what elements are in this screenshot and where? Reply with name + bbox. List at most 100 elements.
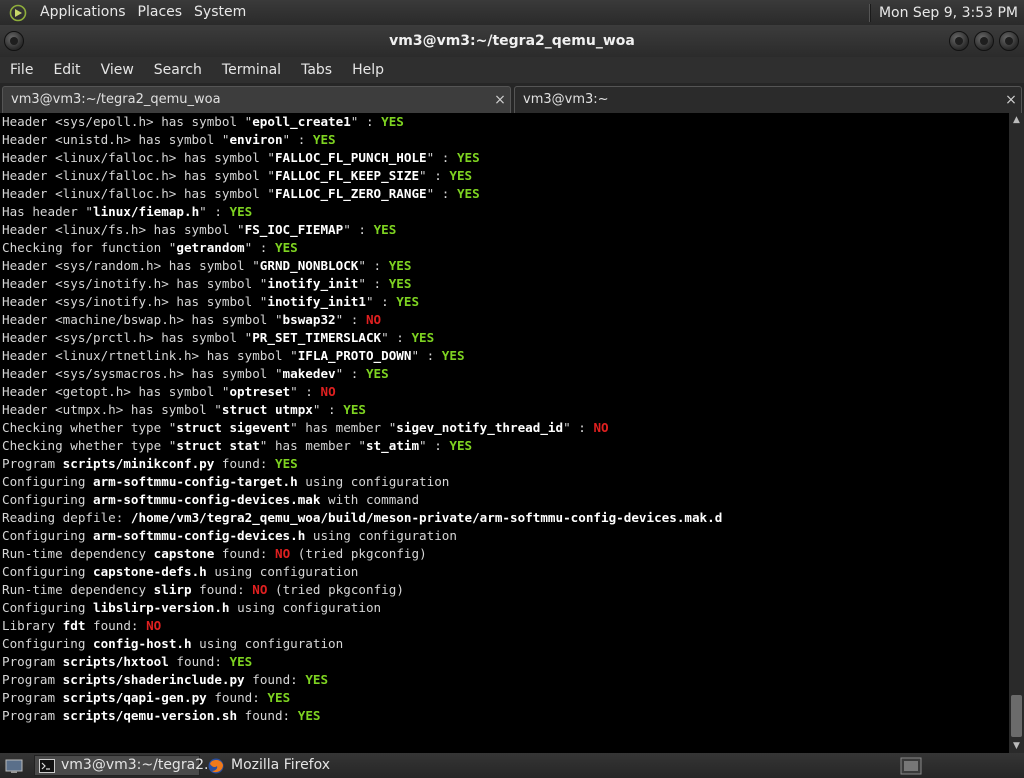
terminal-text: Program <box>2 708 63 723</box>
status-yes: YES <box>305 672 329 687</box>
terminal-text: Checking for function " <box>2 240 177 255</box>
menu-search[interactable]: Search <box>144 57 212 83</box>
window-title: vm3@vm3:~/tegra2_qemu_woa <box>389 33 635 49</box>
terminal-text: Header <linux/fs.h> has symbol " <box>2 222 245 237</box>
terminal-text: found: <box>214 546 275 561</box>
terminal-text: " : <box>419 438 450 453</box>
terminal-line: Header <sys/epoll.h> has symbol "epoll_c… <box>2 113 1008 131</box>
status-yes: YES <box>456 150 480 165</box>
status-no: NO <box>593 420 609 435</box>
tab-label: vm3@vm3:~/tegra2_qemu_woa <box>11 92 221 107</box>
scroll-down-icon[interactable]: ▼ <box>1009 739 1024 753</box>
status-no: NO <box>252 582 268 597</box>
terminal-text: Run-time dependency <box>2 582 154 597</box>
terminal-bold-text: bswap32 <box>282 312 336 327</box>
terminal-text: " : <box>365 294 397 309</box>
tab-home[interactable]: vm3@vm3:~ × <box>514 86 1022 113</box>
menu-terminal[interactable]: Terminal <box>212 57 291 83</box>
terminal-text: Checking whether type " <box>2 438 177 453</box>
terminal-text: " : <box>290 384 321 399</box>
terminal-text: Header <sys/epoll.h> has symbol " <box>2 114 253 129</box>
terminal-text: " : <box>381 330 412 345</box>
terminal-text: " : <box>335 366 366 381</box>
terminal-bold-text: FALLOC_FL_PUNCH_HOLE <box>274 150 427 165</box>
terminal-bold-text: makedev <box>282 366 336 381</box>
tab-tegra2-qemu-woa[interactable]: vm3@vm3:~/tegra2_qemu_woa × <box>2 86 511 113</box>
panel-menu-applications[interactable]: Applications <box>34 0 132 25</box>
show-desktop-icon[interactable] <box>3 755 25 776</box>
terminal-line: Header <linux/rtnetlink.h> has symbol "I… <box>2 347 1008 365</box>
status-yes: YES <box>297 708 321 723</box>
close-button[interactable] <box>999 31 1019 51</box>
gnome-foot-icon[interactable] <box>7 2 29 24</box>
terminal-line: Library fdt found: NO <box>2 617 1008 635</box>
tab-close-icon[interactable]: × <box>1004 87 1018 113</box>
taskbar-item-label: vm3@vm3:~/tegra2... <box>61 757 218 773</box>
terminal-text: " : <box>411 348 442 363</box>
terminal-line: Header <getopt.h> has symbol "optreset" … <box>2 383 1008 401</box>
panel-menu-places[interactable]: Places <box>132 0 189 25</box>
taskbar-item-label: Mozilla Firefox <box>231 757 331 773</box>
maximize-button[interactable] <box>974 31 994 51</box>
menu-edit[interactable]: Edit <box>43 57 90 83</box>
terminal-line: Checking whether type "struct sigevent" … <box>2 419 1008 437</box>
terminal-text: Header <machine/bswap.h> has symbol " <box>2 312 283 327</box>
terminal-text: Configuring <box>2 474 93 489</box>
panel-menu-system[interactable]: System <box>188 0 252 25</box>
terminal-text: Header <sys/prctl.h> has symbol " <box>2 330 253 345</box>
terminal-text: Configuring <box>2 528 93 543</box>
terminal-text: found: <box>191 582 253 597</box>
terminal-bold-text: scripts/shaderinclude.py <box>62 672 245 687</box>
status-yes: YES <box>449 168 473 183</box>
terminal-text: found: <box>168 654 230 669</box>
panel-clock[interactable]: Mon Sep 9, 3:53 PM <box>879 5 1024 21</box>
menu-tabs[interactable]: Tabs <box>291 57 342 83</box>
terminal-bold-text: /home/vm3/tegra2_qemu_woa/build/meson-pr… <box>130 510 723 525</box>
terminal-view[interactable]: Header <sys/epoll.h> has symbol "epoll_c… <box>0 113 1024 753</box>
terminal-bold-text: arm-softmmu-config-devices.h <box>93 528 306 543</box>
terminal-bold-text: arm-softmmu-config-target.h <box>93 474 298 489</box>
window-titlebar[interactable]: vm3@vm3:~/tegra2_qemu_woa <box>0 25 1024 57</box>
terminal-text: Header <unistd.h> has symbol " <box>2 132 230 147</box>
terminal-line: Header <sys/random.h> has symbol "GRND_N… <box>2 257 1008 275</box>
terminal-text: " has member " <box>259 438 366 453</box>
panel-separator <box>868 3 871 22</box>
terminal-text: using configuration <box>305 528 457 543</box>
terminal-text: Program <box>2 456 63 471</box>
terminal-bold-text: scripts/minikconf.py <box>62 456 215 471</box>
menu-view[interactable]: View <box>91 57 144 83</box>
taskbar-item-firefox[interactable]: Mozilla Firefox <box>204 755 384 776</box>
terminal-text: using configuration <box>206 564 359 579</box>
scroll-up-icon[interactable]: ▲ <box>1009 113 1024 127</box>
terminal-text: " : <box>350 114 382 129</box>
terminal-bold-text: FALLOC_FL_KEEP_SIZE <box>274 168 420 183</box>
workspace-switcher-icon[interactable] <box>898 755 924 776</box>
terminal-text: " : <box>312 402 344 417</box>
terminal-bold-text: struct stat <box>176 438 260 453</box>
terminal-bold-text: struct sigevent <box>176 420 291 435</box>
status-no: NO <box>275 546 291 561</box>
terminal-line: Run-time dependency slirp found: NO (tri… <box>2 581 1008 599</box>
scrollbar-thumb[interactable] <box>1011 695 1022 737</box>
taskbar-item-terminal[interactable]: vm3@vm3:~/tegra2... <box>34 755 217 776</box>
menu-file[interactable]: File <box>0 57 43 83</box>
tab-close-icon[interactable]: × <box>493 87 507 113</box>
terminal-text: found: <box>85 618 147 633</box>
terminal-text: using configuration <box>297 474 450 489</box>
terminal-bold-text: slirp <box>153 582 192 597</box>
terminal-output[interactable]: Header <sys/epoll.h> has symbol "epoll_c… <box>2 113 1008 725</box>
terminal-bold-text: getrandom <box>176 240 245 255</box>
terminal-line: Header <machine/bswap.h> has symbol "bsw… <box>2 311 1008 329</box>
terminal-bold-text: capstone-defs.h <box>93 564 207 579</box>
menu-help[interactable]: Help <box>342 57 394 83</box>
terminal-text: " : <box>199 204 230 219</box>
terminal-text: Header <sys/inotify.h> has symbol " <box>2 276 268 291</box>
terminal-bold-text: optreset <box>229 384 291 399</box>
tab-bar: vm3@vm3:~/tegra2_qemu_woa × vm3@vm3:~ × <box>0 83 1024 113</box>
terminal-line: Header <linux/fs.h> has symbol "FS_IOC_F… <box>2 221 1008 239</box>
terminal-line: Header <linux/falloc.h> has symbol "FALL… <box>2 185 1008 203</box>
minimize-button[interactable] <box>949 31 969 51</box>
firefox-icon <box>207 758 225 774</box>
terminal-text: Header <sys/random.h> has symbol " <box>2 258 260 273</box>
terminal-scrollbar[interactable]: ▲ ▼ <box>1009 113 1024 753</box>
